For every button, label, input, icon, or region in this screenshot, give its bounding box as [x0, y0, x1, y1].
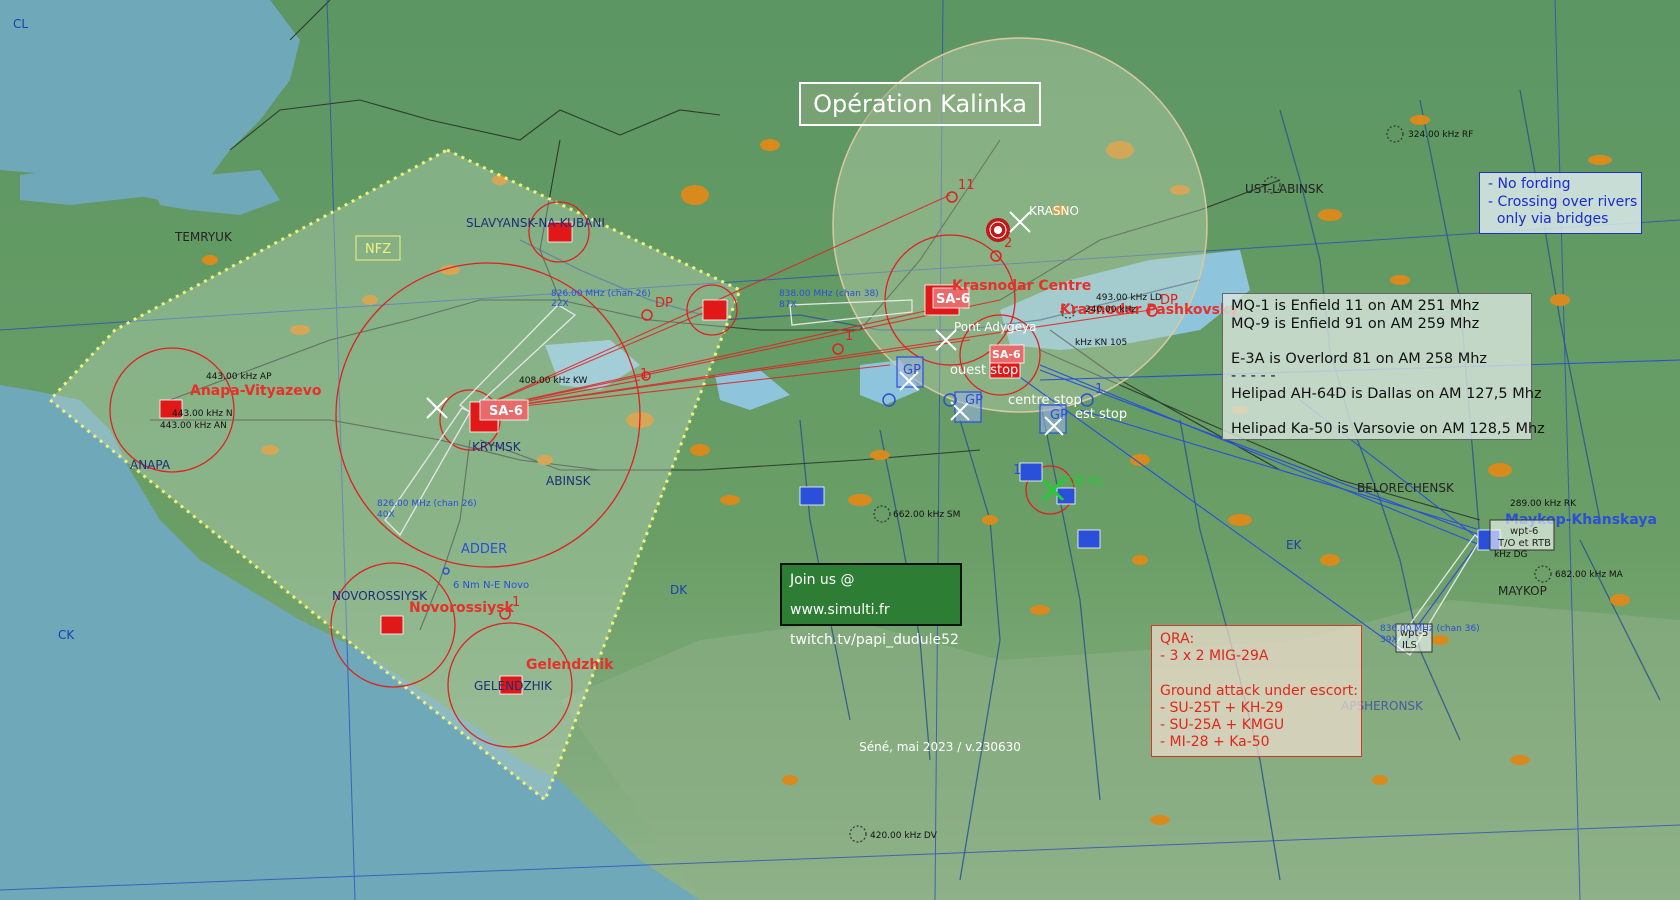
join-box[interactable]: Join us @ www.simulti.fr twitch.tv/papi_…: [780, 563, 962, 648]
navaid-kn: kHz KN 105: [1075, 338, 1127, 348]
sa6-label-krymsk: SA-6: [489, 404, 523, 419]
map-canvas[interactable]: NFZ SA-6 SA-6 SA-6 TEMRYUK SLAVYANSK-NA-…: [0, 0, 1680, 900]
navaid-dv: 420.00 kHz DV: [870, 831, 938, 841]
navaid-tacan-krymsk-n: 826.00 MHz (chan 26): [551, 289, 651, 299]
gp-east: GP: [1050, 408, 1068, 423]
comms-line: MQ-9 is Enfield 91 on AM 259 Mhz: [1231, 315, 1480, 332]
fob-label: FOB HL: [1060, 474, 1104, 488]
adder-note: 6 Nm N-E Novo: [453, 580, 529, 591]
town-maykop: MAYKOP: [1498, 584, 1547, 598]
comms-line: MQ-1 is Enfield 11 on AM 251 Mhz: [1231, 298, 1480, 314]
rule-line: - Crossing over rivers: [1488, 193, 1638, 210]
town-krymsk: KRYMSK: [472, 440, 522, 454]
navaid-sm: 662.00 kHz SM: [893, 510, 960, 520]
qra-line: [1160, 666, 1353, 683]
town-temryuk: TEMRYUK: [174, 230, 233, 244]
navaid-rf: 324.00 kHz RF: [1408, 130, 1473, 140]
gp-east-sub: est stop: [1075, 407, 1127, 422]
navaid-240: 240.00 kHz: [1085, 305, 1136, 315]
qra-line: Ground attack under escort:: [1160, 682, 1358, 699]
airfield-gelendzhik: Gelendzhik: [526, 657, 614, 673]
wpt5-sub: ILS: [1402, 640, 1417, 651]
comms-line: - - - - -: [1231, 368, 1276, 384]
navaid-tacan-krymsk-s-sub: 40X: [377, 510, 395, 520]
wp-num-e: 1: [1013, 463, 1021, 478]
comms-line: Helipad AH-64D is Dallas on AM 127,5 Mhz: [1231, 385, 1542, 402]
wp-num-a: 1: [845, 329, 853, 344]
airfield-krasnodar-centre: Krasnodar Centre: [952, 278, 1091, 294]
wp-num-11: 11: [958, 178, 975, 193]
rule-line: - No fording: [1488, 176, 1571, 192]
qra-line: - MI-28 + Ka-50: [1160, 734, 1270, 751]
wp-num-b: 1: [640, 367, 648, 382]
qra-line: - SU-25A + KMGU: [1160, 717, 1285, 734]
gp-centre-sub: centre stop: [1008, 393, 1082, 408]
navaid-rk: 289.00 kHz RK: [1510, 499, 1577, 509]
wp-num-c: 1: [512, 595, 520, 610]
mission-title: Opération Kalinka: [799, 82, 1041, 126]
navaid-tacan-maykop: 836.00 MHz (chan 36): [1380, 624, 1480, 634]
town-ust-labinsk: UST-LABINSK: [1245, 182, 1324, 196]
comms-box: MQ-1 is Enfield 11 on AM 251 Mhz MQ-9 is…: [1222, 293, 1545, 440]
wp-num-2: 2: [1004, 236, 1012, 251]
join-website[interactable]: Join us @ www.simulti.fr: [790, 565, 952, 625]
adder-label: ADDER: [461, 542, 507, 557]
navaid-tacan-krymsk-s: 826.00 MHz (chan 26): [377, 499, 477, 509]
town-krasno: KRASNO: [1029, 204, 1079, 218]
town-slavyansk: SLAVYANSK-NA-KUBANI: [466, 216, 605, 230]
sa6-label-east: SA-6: [992, 348, 1021, 361]
navaid-dg: kHz DG: [1494, 550, 1527, 560]
rules-box: - No fording - Crossing over rivers only…: [1479, 172, 1642, 234]
comms-line: E-3A is Overlord 81 on AM 258 Mhz: [1231, 350, 1488, 367]
gp-centre: GP: [965, 393, 983, 408]
dp-label-west: DP: [655, 296, 673, 311]
grid-cl: CL: [13, 17, 28, 31]
version-footer: Séné, mai 2023 / v.230630: [859, 740, 1021, 754]
qra-line: - 3 x 2 MIG-29A: [1160, 648, 1269, 665]
wpt6-label: wpt-6: [1510, 526, 1538, 537]
airfield-anapa: Anapa-Vityazevo: [190, 383, 322, 399]
navaid-tacan-krymsk-n-sub: 22X: [551, 299, 569, 309]
mission-map[interactable]: NFZ SA-6 SA-6 SA-6 TEMRYUK SLAVYANSK-NA-…: [0, 0, 1680, 900]
nfz-label: NFZ: [365, 242, 391, 257]
navaid-tacan-krasnodar-sub: 87X: [779, 300, 797, 310]
grid-ek: EK: [1286, 538, 1303, 552]
qra-line: - SU-25T + KH-29: [1160, 699, 1284, 716]
comms-line: [1231, 403, 1523, 421]
town-anapa: ANAPA: [130, 458, 171, 472]
airfield-novorossiysk: Novorossiysk: [409, 600, 515, 616]
wp-num-d: 1: [1095, 382, 1103, 397]
dp-label-east: DP: [1160, 293, 1178, 308]
grid-dk: DK: [670, 583, 688, 597]
town-abinsk: ABINSK: [546, 474, 592, 488]
navaid-tacan-krasnodar: 838.00 MHz (chan 38): [779, 289, 879, 299]
town-gelendzhik: GELENDZHIK: [474, 679, 553, 693]
comms-line: Helipad Ka-50 is Varsovie on AM 128,5 Mh…: [1231, 420, 1545, 437]
navaid-ma: 682.00 kHz MA: [1555, 570, 1624, 580]
navaid-ap: 443.00 kHz AP: [206, 372, 272, 382]
navaid-kw: 408.00 kHz KW: [519, 376, 587, 386]
join-twitch[interactable]: twitch.tv/papi_dudule52: [790, 625, 959, 655]
gp-west-sub: ouest stop: [950, 363, 1018, 378]
sa6-label-krasnodar: SA-6: [936, 292, 970, 307]
comms-line: [1231, 333, 1523, 351]
wpt6-sub: T/O et RTB: [1497, 538, 1551, 549]
gp-west: GP: [903, 363, 921, 378]
pont-label: Pont Adygeya: [954, 320, 1036, 334]
town-belorechensk: BELORECHENSK: [1357, 481, 1455, 495]
navaid-n: 443.00 kHz N: [172, 409, 233, 419]
navaid-an: 443.00 kHz AN: [160, 421, 227, 431]
qra-line: QRA:: [1160, 631, 1195, 647]
qra-box: QRA: - 3 x 2 MIG-29A Ground attack under…: [1151, 625, 1362, 757]
grid-ck: CK: [58, 628, 75, 642]
navaid-ld: 493.00 kHz LD: [1096, 293, 1162, 303]
rule-line: only via bridges: [1488, 211, 1609, 227]
navaid-tacan-maykop-sub: 39X: [1380, 635, 1398, 645]
